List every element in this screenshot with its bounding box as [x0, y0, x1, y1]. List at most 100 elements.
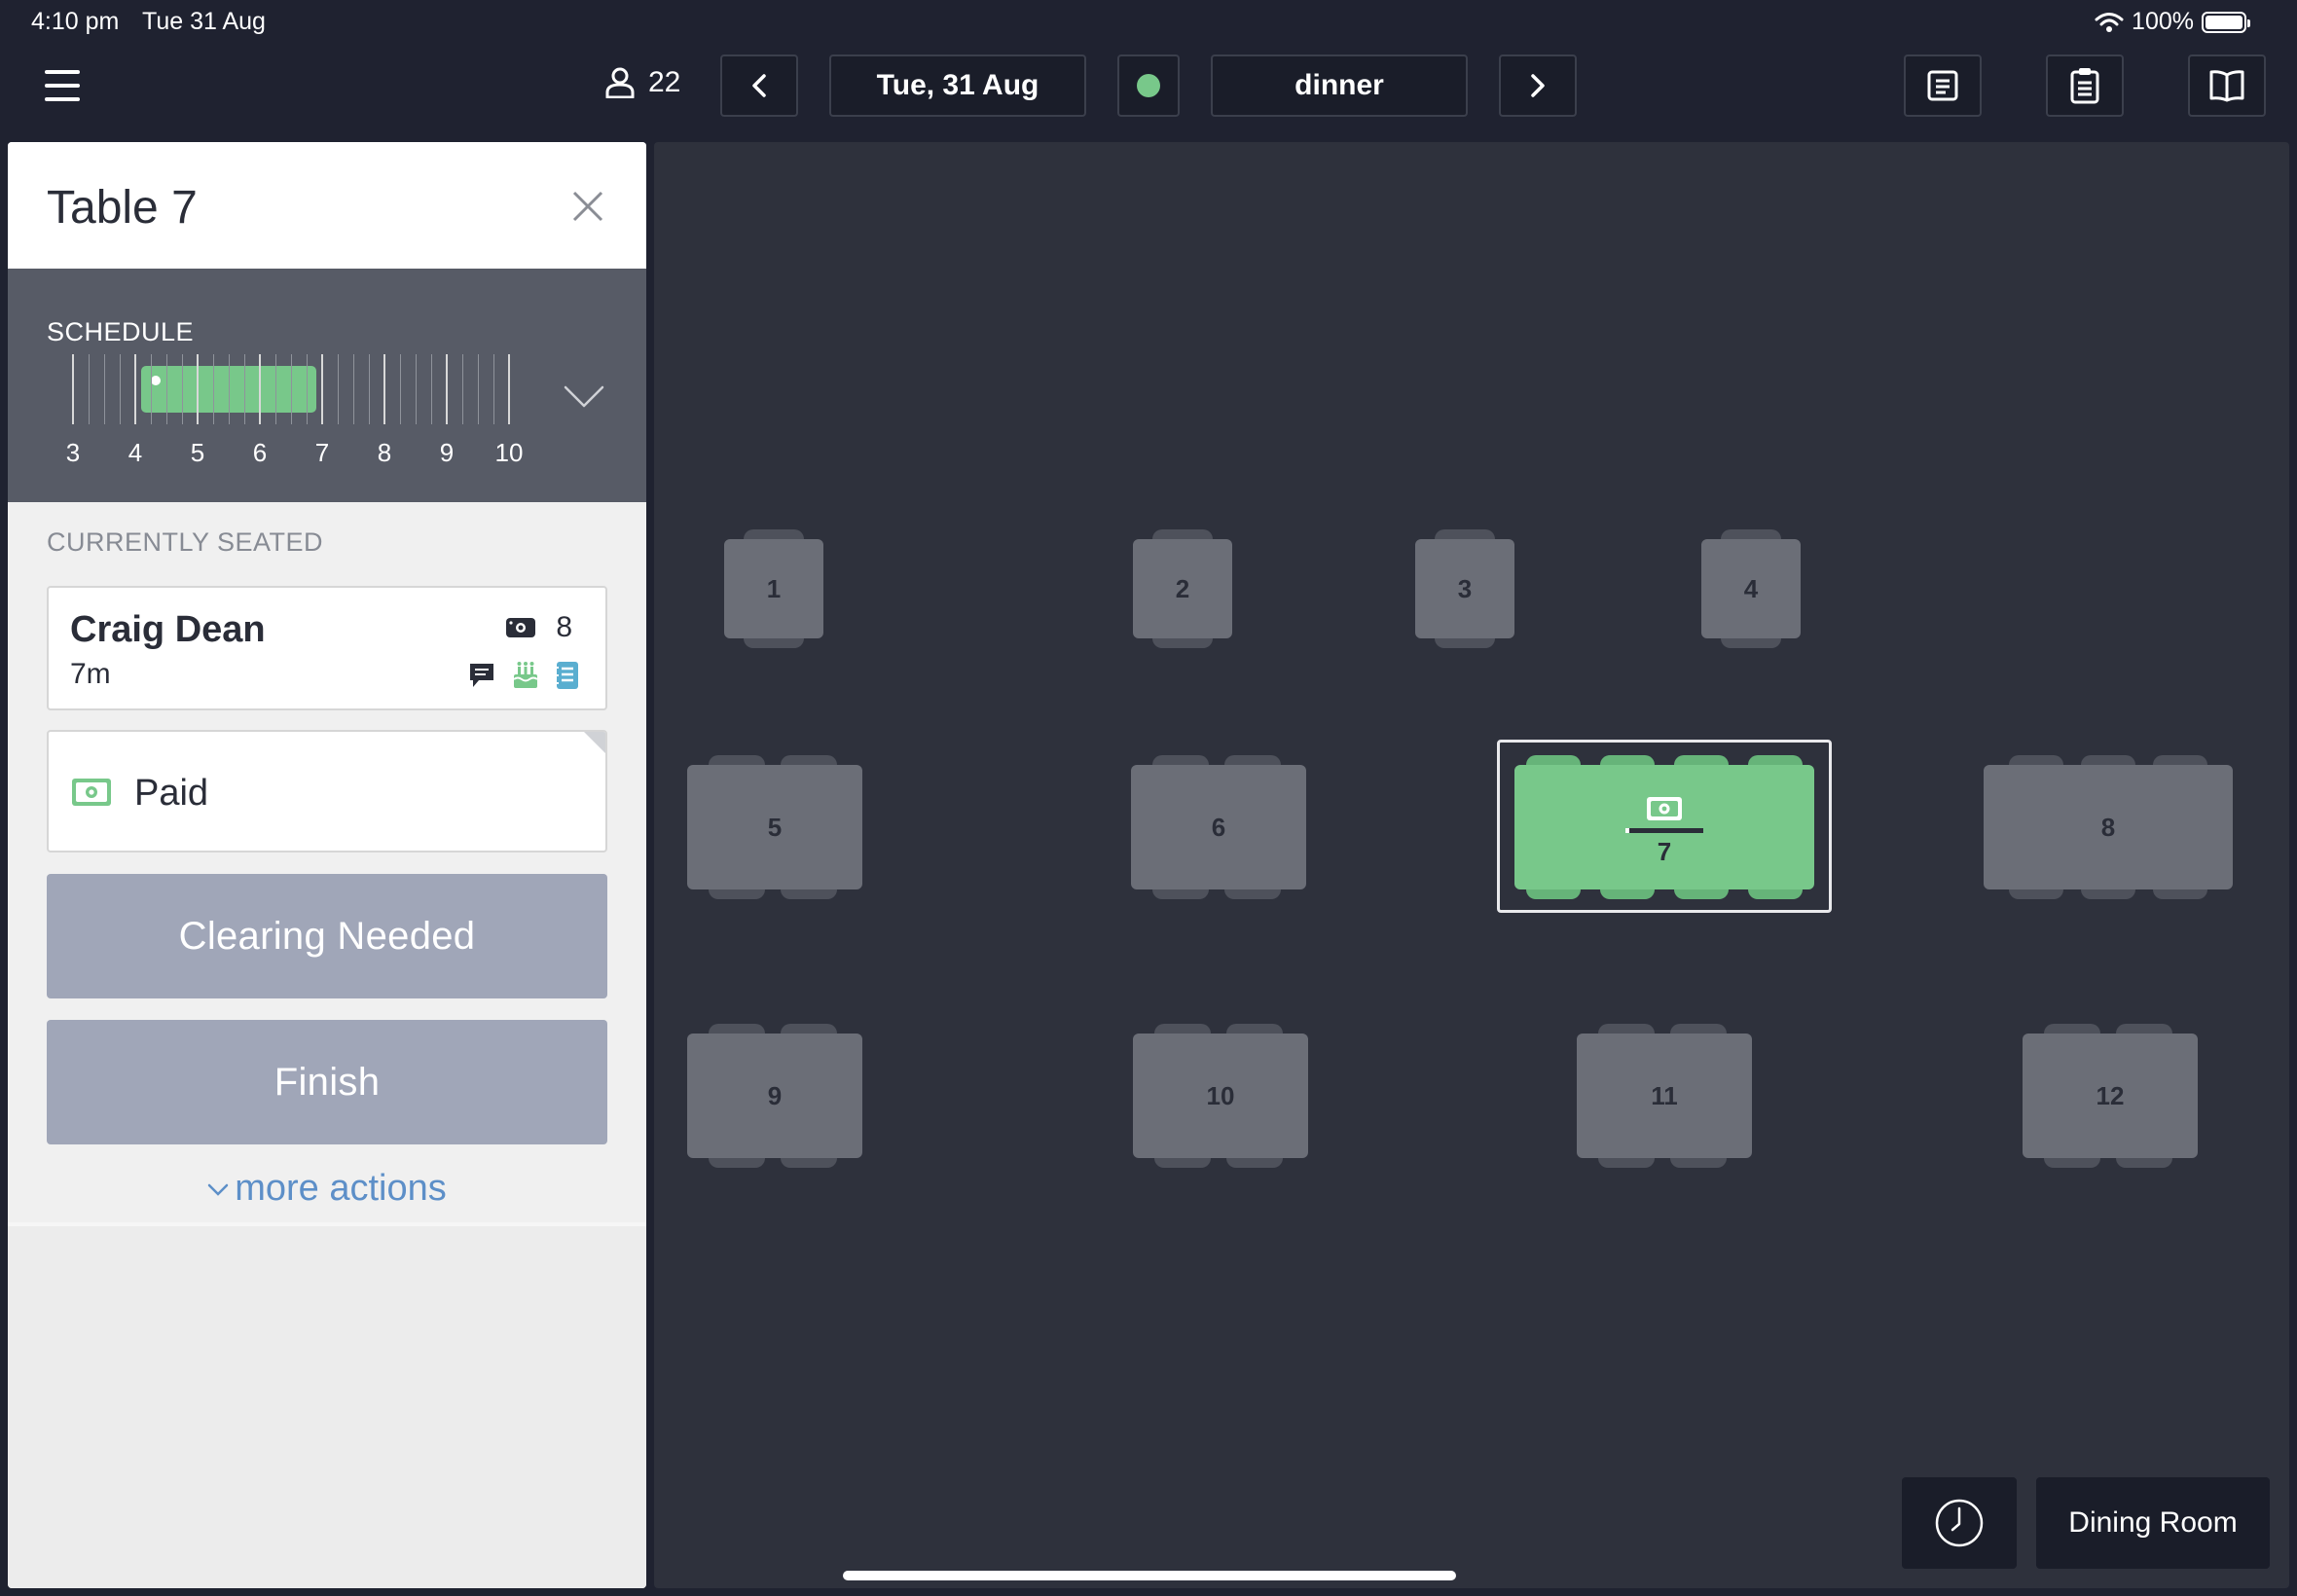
guest-duration: 7m: [70, 658, 111, 690]
table-12[interactable]: 12: [2023, 1024, 2198, 1168]
table-8[interactable]: 8: [1984, 755, 2233, 899]
guest-name: Craig Dean: [70, 609, 266, 650]
schedule-minor-tick: [416, 354, 417, 424]
menu-button[interactable]: [41, 66, 84, 105]
guest-card[interactable]: Craig Dean 7m 8: [47, 586, 607, 710]
schedule-minor-tick: [307, 354, 308, 424]
comment-icon: [470, 664, 493, 687]
schedule-minor-tick: [229, 354, 230, 424]
schedule-hour-tick: [197, 354, 199, 424]
clock-icon: [1935, 1499, 1984, 1547]
schedule-hour-tick: [446, 354, 448, 424]
table-number: 6: [1211, 812, 1226, 842]
table-top: 1: [724, 539, 823, 638]
schedule-hour-label: 5: [190, 438, 205, 467]
table-top: 8: [1984, 765, 2233, 889]
schedule-hour-tick: [72, 354, 74, 424]
schedule-minor-tick: [431, 354, 432, 424]
table-1[interactable]: 1: [724, 529, 823, 648]
service-status-dot: [1137, 74, 1160, 97]
cash-icon: [506, 618, 536, 637]
schedule-hour-label: 6: [252, 438, 268, 467]
room-selector[interactable]: Dining Room: [2036, 1477, 2270, 1569]
table-progress-bar: [1625, 828, 1703, 833]
table-top: 11: [1577, 1034, 1752, 1158]
clipboard-icon: [2070, 68, 2099, 104]
schedule-hour-tick: [134, 354, 136, 424]
home-indicator: [843, 1571, 1456, 1580]
schedule-expand-button[interactable]: [563, 383, 605, 411]
table-top: 6: [1131, 765, 1306, 889]
schedule-timeline[interactable]: 3 4 5 6 7 8 9 10: [47, 354, 523, 471]
close-button[interactable]: [568, 187, 607, 226]
table-2[interactable]: 2: [1133, 529, 1232, 648]
table-7[interactable]: 7: [1514, 755, 1814, 899]
table-top: 12: [2023, 1034, 2198, 1158]
table-top: 2: [1133, 539, 1232, 638]
table-10[interactable]: 10: [1133, 1024, 1308, 1168]
clearing-needed-button[interactable]: Clearing Needed: [47, 874, 607, 998]
chevron-left-icon: [752, 74, 766, 97]
cash-icon: [1647, 797, 1682, 820]
previous-day-button[interactable]: [720, 54, 798, 117]
status-date: Tue 31 Aug: [142, 8, 266, 35]
panel-header: Table 7: [8, 142, 646, 269]
table-11[interactable]: 11: [1577, 1024, 1752, 1168]
schedule-minor-tick: [462, 354, 463, 424]
currently-seated-label: CURRENTLY SEATED: [47, 527, 324, 557]
schedule-minor-tick: [275, 354, 276, 424]
party-size: 8: [556, 611, 572, 643]
status-indicators: 100%: [2095, 8, 2250, 36]
table-detail-panel: Table 7 SCHEDULE 3 4 5 6 7 8 9 10 CURRENTLY SEA…: [8, 142, 646, 1588]
schedule-hour-label: 7: [314, 438, 330, 467]
table-number: 1: [766, 573, 782, 603]
card-corner-fold: [582, 732, 605, 755]
cash-icon: [72, 779, 111, 806]
table-3[interactable]: 3: [1415, 529, 1514, 648]
table-number: 4: [1743, 573, 1759, 603]
table-top: 9: [687, 1034, 862, 1158]
schedule-hour-label: 8: [377, 438, 392, 467]
schedule-hour-tick: [259, 354, 261, 424]
payment-status-card[interactable]: Paid: [47, 730, 607, 852]
person-icon: [605, 67, 635, 98]
wifi-icon: [2095, 12, 2124, 32]
battery-percent: 100%: [2132, 8, 2194, 35]
clipboard-button[interactable]: [2046, 54, 2124, 117]
finish-button[interactable]: Finish: [47, 1020, 607, 1144]
table-number: 9: [767, 1080, 783, 1110]
schedule-section: SCHEDULE 3 4 5 6 7 8 9 10: [8, 269, 646, 502]
status-bar: 4:10 pm Tue 31 Aug 100%: [0, 0, 2297, 45]
list-view-button[interactable]: [1904, 54, 1982, 117]
schedule-minor-tick: [369, 354, 370, 424]
date-selector[interactable]: Tue, 31 Aug: [829, 54, 1086, 117]
battery-icon: [2202, 11, 2250, 33]
table-top: 3: [1415, 539, 1514, 638]
notes-icon: [556, 662, 578, 689]
table-number: 7: [1657, 837, 1672, 866]
next-day-button[interactable]: [1499, 54, 1577, 117]
schedule-hour-label: 4: [128, 438, 143, 467]
shift-selector[interactable]: dinner: [1211, 54, 1468, 117]
table-number: 12: [2096, 1080, 2125, 1110]
schedule-minor-tick: [182, 354, 183, 424]
guest-tags: [467, 660, 580, 691]
clock-button[interactable]: [1902, 1477, 2017, 1569]
table-number: 11: [1651, 1080, 1678, 1110]
table-5[interactable]: 5: [687, 755, 862, 899]
chevron-down-icon: [207, 1183, 229, 1196]
table-4[interactable]: 4: [1701, 529, 1801, 648]
table-9[interactable]: 9: [687, 1024, 862, 1168]
table-number: 10: [1206, 1080, 1235, 1110]
more-actions-link[interactable]: more actions: [8, 1168, 646, 1210]
book-button[interactable]: [2188, 54, 2266, 117]
schedule-hour-label: 3: [65, 438, 81, 467]
schedule-minor-tick: [478, 354, 479, 424]
payment-status-label: Paid: [134, 773, 209, 814]
table-number: 3: [1457, 573, 1473, 603]
service-status-button[interactable]: [1117, 54, 1180, 117]
table-6[interactable]: 6: [1131, 755, 1306, 899]
schedule-minor-tick: [151, 354, 152, 424]
panel-title: Table 7: [47, 182, 198, 234]
schedule-minor-tick: [493, 354, 494, 424]
